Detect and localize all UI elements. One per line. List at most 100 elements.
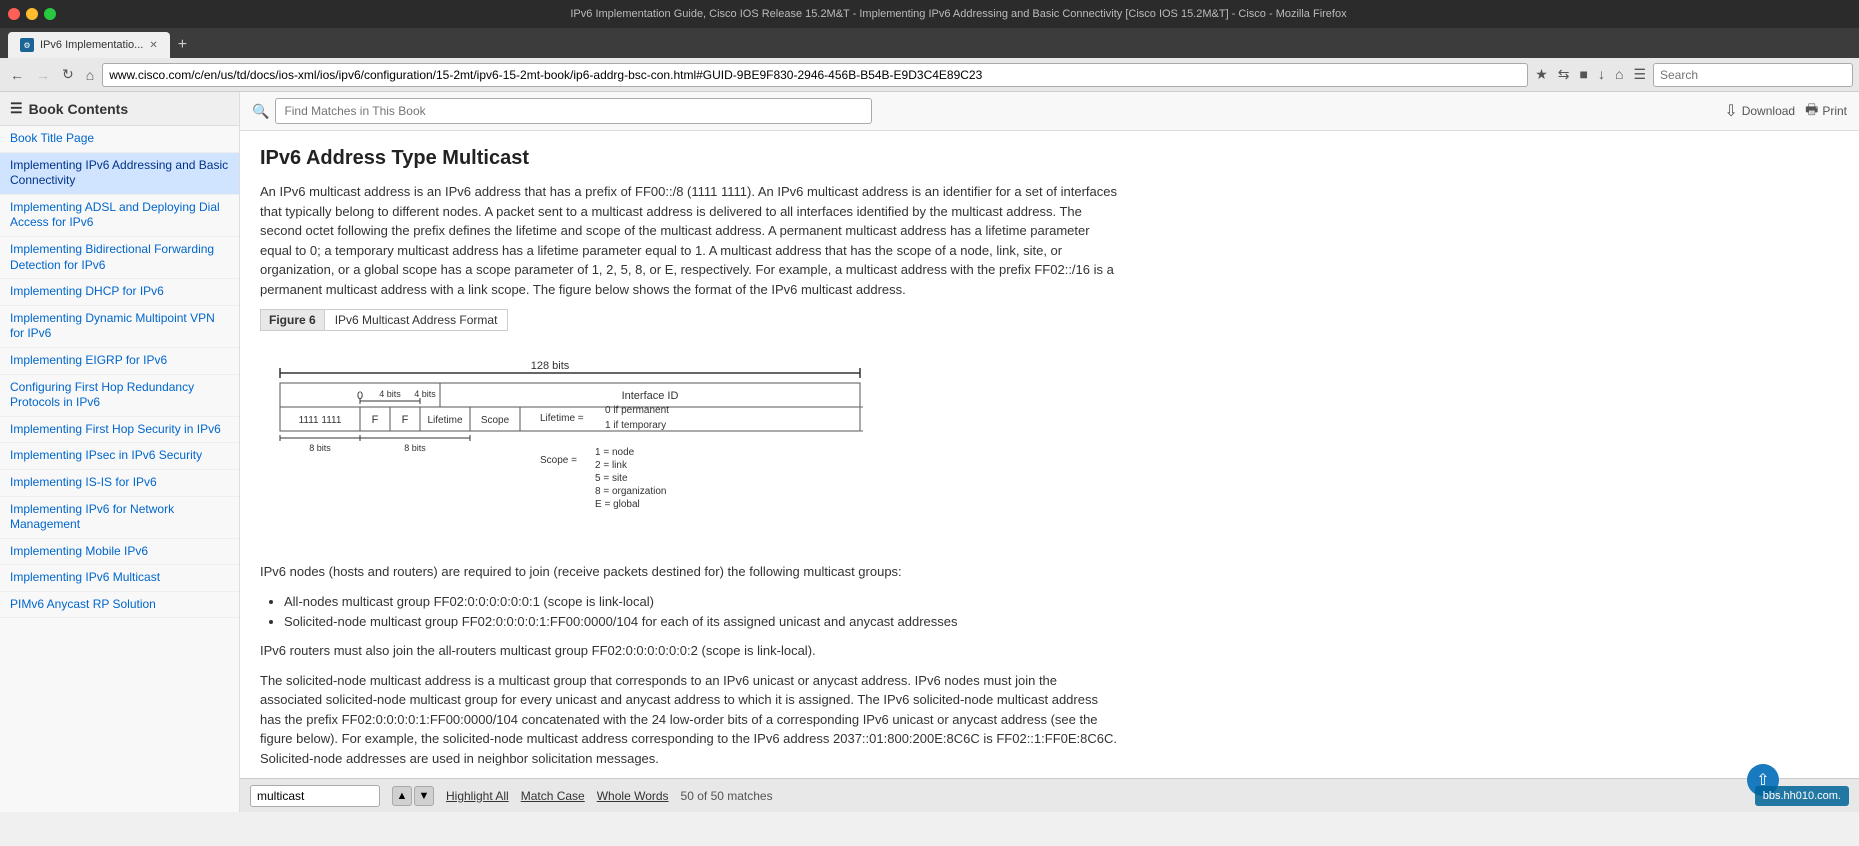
main-layout: ☰ Book Contents Book Title Page Implemen… [0,92,1859,812]
sidebar-item-book-title[interactable]: Book Title Page [0,126,239,153]
tab-close-button[interactable]: ✕ [149,40,157,51]
sidebar-item-first-hop-redundancy[interactable]: Configuring First Hop Redundancy Protoco… [0,375,239,417]
svg-text:128 bits: 128 bits [531,360,570,372]
highlight-all-option[interactable]: Highlight All [446,789,509,803]
sidebar-header: ☰ Book Contents [0,92,239,126]
home-nav-icon[interactable]: ⌂ [1612,64,1626,85]
print-icon: 🖶 [1805,99,1818,123]
svg-text:1111 1111: 1111 1111 [299,415,342,426]
findbar-count: 50 of 50 matches [681,789,773,803]
match-case-option[interactable]: Match Case [521,789,585,803]
content-toolbar: 🔍 ⇩ Download 🖶 Print [240,92,1859,131]
article-title: IPv6 Address Type Multicast [260,147,1120,170]
download-icon: ⇩ [1724,101,1737,121]
sidebar: ☰ Book Contents Book Title Page Implemen… [0,92,240,812]
findbar-input[interactable] [250,785,380,807]
close-button[interactable] [8,8,20,20]
sidebar-item-multicast[interactable]: Implementing IPv6 Multicast [0,565,239,592]
shield-icon[interactable]: ■ [1577,64,1591,85]
forward-button[interactable]: → [32,65,54,85]
sidebar-item-isis[interactable]: Implementing IS-IS for IPv6 [0,470,239,497]
ipv6-diagram: 128 bits 0 Interface ID 1111 1111 [270,353,1120,546]
article-paragraph-2: IPv6 nodes (hosts and routers) are requi… [260,562,1120,582]
svg-text:1 = node: 1 = node [595,447,635,458]
sidebar-item-ipsec[interactable]: Implementing IPsec in IPv6 Security [0,443,239,470]
svg-text:Interface ID: Interface ID [622,390,679,402]
browser-search-input[interactable] [1653,63,1853,87]
right-panel: 🔍 ⇩ Download 🖶 Print IPv6 Address Type M… [240,92,1859,812]
titlebar: IPv6 Implementation Guide, Cisco IOS Rel… [0,0,1859,28]
article-bullet-list: All-nodes multicast group FF02:0:0:0:0:0… [284,592,1120,634]
svg-text:4 bits: 4 bits [414,389,436,399]
sidebar-title: Book Contents [29,101,129,117]
print-button[interactable]: 🖶 Print [1805,99,1847,123]
figure-6-title: IPv6 Multicast Address Format [325,310,508,330]
maximize-button[interactable] [44,8,56,20]
sidebar-item-dhcp[interactable]: Implementing DHCP for IPv6 [0,279,239,306]
bookmark-icon[interactable]: ★ [1532,64,1551,85]
sidebar-item-ipv6-addressing[interactable]: Implementing IPv6 Addressing and Basic C… [0,153,239,195]
hamburger-icon: ☰ [10,100,23,117]
svg-text:2 = link: 2 = link [595,460,628,471]
article-paragraph-1: An IPv6 multicast address is an IPv6 add… [260,182,1120,299]
sidebar-item-adsl[interactable]: Implementing ADSL and Deploying Dial Acc… [0,195,239,237]
bullet-1: All-nodes multicast group FF02:0:0:0:0:0… [284,592,1120,613]
whole-words-option[interactable]: Whole Words [597,789,669,803]
watermark: bbs.hh010.com. [1755,786,1849,806]
svg-text:F: F [372,414,379,426]
findbar: ▲ ▼ Highlight All Match Case Whole Words… [240,778,1859,812]
reload-button[interactable]: ↻ [58,64,78,85]
window-title: IPv6 Implementation Guide, Cisco IOS Rel… [66,8,1851,20]
address-icons: ★ ⇆ ■ ↓ ⌂ ☰ [1532,64,1649,85]
svg-text:Lifetime: Lifetime [427,415,462,426]
sidebar-item-network-management[interactable]: Implementing IPv6 for Network Management [0,497,239,539]
search-book-input[interactable] [275,98,872,124]
bullet-2: Solicited-node multicast group FF02:0:0:… [284,612,1120,633]
sync-icon[interactable]: ⇆ [1555,64,1573,85]
search-book-area: 🔍 [252,98,872,124]
svg-text:E = global: E = global [595,499,640,510]
search-icon: 🔍 [252,103,269,120]
svg-text:0 if permanent: 0 if permanent [605,405,669,416]
sidebar-item-first-hop-security[interactable]: Implementing First Hop Security in IPv6 [0,417,239,444]
addressbar: ← → ↻ ⌂ ★ ⇆ ■ ↓ ⌂ ☰ [0,58,1859,92]
svg-text:8 bits: 8 bits [309,443,331,453]
findbar-next-button[interactable]: ▼ [414,786,434,806]
window-controls[interactable] [8,8,56,20]
svg-text:Scope: Scope [481,415,510,426]
tab-active[interactable]: ⚙ IPv6 Implementatio... ✕ [8,32,170,58]
download-button[interactable]: ⇩ Download [1724,101,1795,121]
tab-label: IPv6 Implementatio... [40,39,143,51]
svg-text:Scope =: Scope = [540,455,577,466]
sidebar-item-bfd[interactable]: Implementing Bidirectional Forwarding De… [0,237,239,279]
toolbar-actions: ⇩ Download 🖶 Print [1724,99,1847,123]
svg-text:Lifetime =: Lifetime = [540,413,584,424]
home-button[interactable]: ⌂ [82,65,98,85]
sidebar-item-mobile[interactable]: Implementing Mobile IPv6 [0,539,239,566]
svg-text:8 bits: 8 bits [404,443,426,453]
new-tab-button[interactable]: + [170,32,195,58]
back-button[interactable]: ← [6,65,28,85]
svg-text:4 bits: 4 bits [379,389,401,399]
article-paragraph-4: The solicited-node multicast address is … [260,671,1120,769]
findbar-prev-button[interactable]: ▲ [392,786,412,806]
download-nav-icon[interactable]: ↓ [1595,64,1608,85]
sidebar-item-eigrp[interactable]: Implementing EIGRP for IPv6 [0,348,239,375]
article-paragraph-3: IPv6 routers must also join the all-rout… [260,641,1120,661]
url-input[interactable] [102,63,1528,87]
menu-icon[interactable]: ☰ [1630,64,1649,85]
sidebar-item-pimv6[interactable]: PIMv6 Anycast RP Solution [0,592,239,619]
article: IPv6 Address Type Multicast An IPv6 mult… [240,131,1140,778]
minimize-button[interactable] [26,8,38,20]
svg-text:F: F [402,414,409,426]
svg-text:1 if temporary: 1 if temporary [605,420,666,431]
content-area: IPv6 Address Type Multicast An IPv6 mult… [240,131,1859,778]
svg-text:8 = organization: 8 = organization [595,486,666,497]
figure-6-label: Figure 6 [261,310,325,330]
figure-6-box: Figure 6 IPv6 Multicast Address Format [260,309,508,331]
sidebar-item-dynamic-multipoint[interactable]: Implementing Dynamic Multipoint VPN for … [0,306,239,348]
svg-text:5 = site: 5 = site [595,473,628,484]
findbar-nav: ▲ ▼ [392,786,434,806]
tab-favicon: ⚙ [20,38,34,52]
diagram-svg: 128 bits 0 Interface ID 1111 1111 [270,353,870,543]
